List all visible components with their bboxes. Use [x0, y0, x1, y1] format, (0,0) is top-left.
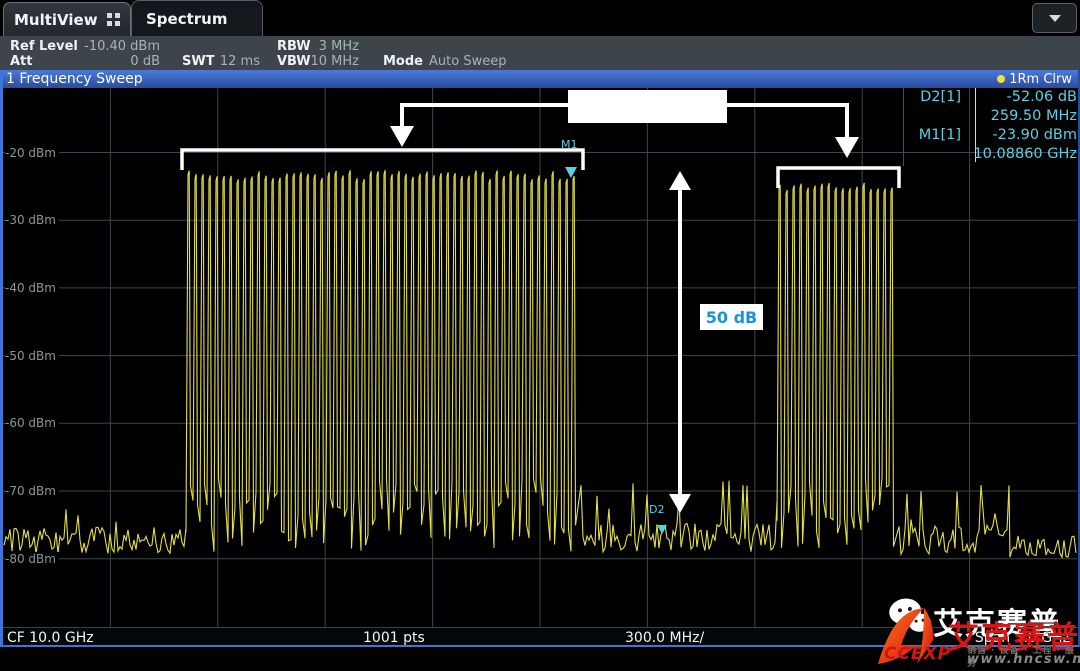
chevron-down-icon — [1049, 15, 1061, 22]
marker-d2-icon[interactable] — [657, 525, 667, 534]
delta-level-label: 50 dB — [700, 304, 763, 330]
multiview-grid-icon — [107, 13, 120, 26]
marker-m1-name: M1[1] — [904, 127, 970, 146]
settings-bar: Ref Level -10.40 dBm Att 0 dB SWT 12 ms … — [0, 36, 1080, 70]
marker-row-d2-freq[interactable]: 259.50 MHz — [904, 108, 1080, 127]
ref-level-value[interactable]: -10.40 dBm — [76, 39, 160, 54]
y-axis-label: -70 dBm — [5, 484, 59, 498]
y-axis-label: -80 dBm — [5, 552, 59, 566]
marker-d2-flag: D2 — [649, 503, 664, 516]
att-value[interactable]: 0 dB — [76, 54, 160, 69]
marker-d2-name: D2[1] — [904, 89, 970, 108]
x-axis-bar: CF 10.0 GHz 1001 pts 300.0 MHz/ Span 3.0… — [0, 627, 1080, 647]
marker-d2-name-spacer — [904, 108, 970, 127]
marker-m1-name-spacer — [904, 146, 970, 165]
mode-value[interactable]: Auto Sweep — [429, 54, 506, 69]
swt-value[interactable]: 12 ms — [214, 54, 260, 69]
marker-m1-level: -23.90 dBm — [970, 127, 1080, 146]
vbw-value[interactable]: 10 MHz — [300, 54, 359, 69]
tab-multiview[interactable]: MultiView — [3, 2, 131, 36]
marker-m1-freq: 10.08860 GHz — [970, 146, 1080, 165]
delta-measure-arrow — [669, 171, 691, 513]
marker-m1-icon[interactable] — [565, 167, 577, 178]
per-division-value[interactable]: 300.0 MHz/ — [625, 630, 704, 646]
watermark-logo-text: CCEXP — [884, 644, 951, 664]
att-label[interactable]: Att — [10, 54, 33, 69]
rbw-value[interactable]: 3 MHz — [300, 39, 359, 54]
marker-d2-level: -52.06 dB — [970, 89, 1080, 108]
y-axis-label: -20 dBm — [5, 146, 59, 160]
trace-info[interactable]: 1Rm Clrw — [997, 72, 1072, 87]
delta-level-text: 50 dB — [706, 308, 757, 327]
swt-label[interactable]: SWT — [182, 54, 215, 69]
tab-spectrum-label: Spectrum — [146, 10, 227, 28]
window-title-bar[interactable]: 1 Frequency Sweep 1Rm Clrw — [0, 70, 1080, 88]
marker-row-d2[interactable]: D2[1] -52.06 dB — [904, 89, 1080, 108]
window-dropdown-button[interactable] — [1032, 3, 1077, 33]
center-frequency-value[interactable]: CF 10.0 GHz — [7, 630, 94, 646]
marker-results-panel: D2[1] -52.06 dB 259.50 MHz M1[1] -23.90 … — [903, 88, 1080, 166]
marker-row-m1[interactable]: M1[1] -23.90 dBm — [904, 127, 1080, 146]
y-axis-label: -40 dBm — [5, 281, 59, 295]
marker-row-m1-freq[interactable]: 10.08860 GHz — [904, 146, 1080, 165]
marker-m1-flag: M1 — [561, 138, 578, 151]
tab-spectrum[interactable]: Spectrum — [131, 0, 263, 36]
spectrum-plot-svg — [0, 88, 1080, 627]
tab-multiview-label: MultiView — [14, 11, 98, 29]
trace-mode-label: 1Rm Clrw — [1009, 72, 1072, 87]
callout-box — [568, 90, 727, 123]
spectrum-analyzer-screen: MultiView Spectrum Ref Level -10.40 dBm … — [0, 0, 1080, 671]
plot-area[interactable]: -20 dBm -30 dBm -40 dBm -50 dBm -60 dBm -70 d… — [0, 88, 1080, 627]
sweep-points-value[interactable]: 1001 pts — [363, 630, 425, 646]
marker-d2-freq: 259.50 MHz — [970, 108, 1080, 127]
y-axis-label: -30 dBm — [5, 213, 59, 227]
y-axis-label: -50 dBm — [5, 349, 59, 363]
mode-label[interactable]: Mode — [383, 54, 423, 69]
trace-color-dot-icon — [997, 75, 1005, 83]
tab-bar: MultiView Spectrum — [0, 0, 1080, 36]
watermark-website: www.hncsw.net — [967, 652, 1080, 667]
span-value[interactable]: Span 3.0 GHz — [975, 630, 1070, 646]
ref-level-label[interactable]: Ref Level — [10, 39, 78, 54]
y-axis-label: -60 dBm — [5, 416, 59, 430]
window-title: 1 Frequency Sweep — [6, 71, 143, 87]
